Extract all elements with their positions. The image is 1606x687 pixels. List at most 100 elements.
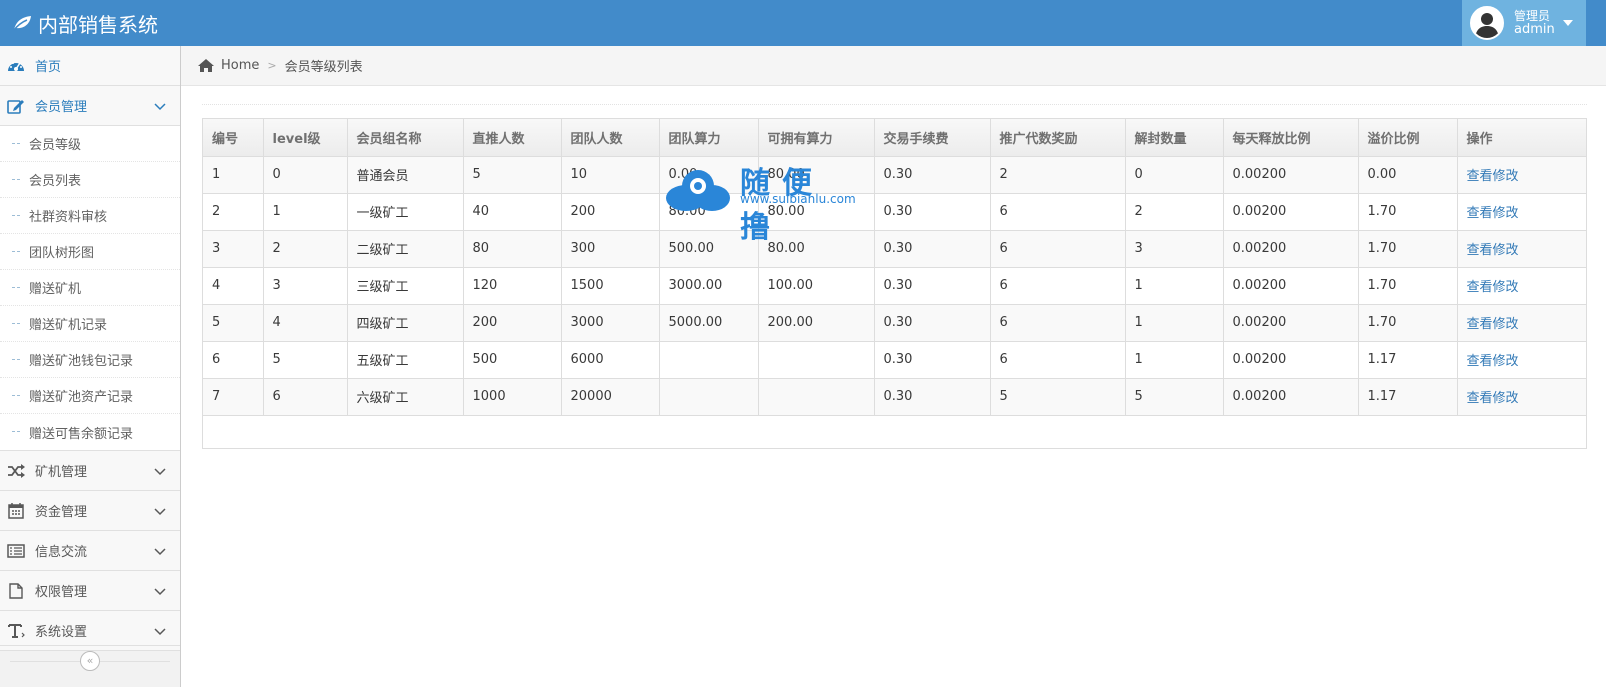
column-header: 溢价比例: [1358, 119, 1458, 157]
sidebar: 首页 会员管理 会员等级 会员列表 社群资料审核 团队树形图 赠送矿机 赠送矿机…: [0, 46, 181, 687]
action-cell: 查看修改: [1457, 193, 1586, 231]
breadcrumb: Home > 会员等级列表: [181, 46, 1606, 86]
table-cell: 5: [990, 378, 1126, 416]
app-title: 内部销售系统: [38, 12, 158, 37]
table-cell: 6: [990, 341, 1126, 379]
sidebar-subitem-gift-pool-wallet-log[interactable]: 赠送矿池钱包记录: [0, 342, 180, 378]
table-row: 7 6 六级矿工 1000 20000 0.30 5 5 0.00200 1.17 查看修改: [203, 378, 1586, 416]
table-cell: 300: [561, 230, 660, 268]
table-cell: 1: [203, 156, 264, 194]
dashboard-icon: [6, 56, 26, 76]
table-cell: 1.17: [1358, 341, 1458, 379]
table-row: 6 5 五级矿工 500 6000 0.30 6 1 0.00200 1.17 查看修改: [203, 341, 1586, 379]
table-cell: 500: [463, 341, 562, 379]
table-cell: 5: [263, 341, 348, 379]
sidebar-item-funds[interactable]: 资金管理: [0, 491, 180, 531]
user-menu[interactable]: 管理员 admin: [1462, 0, 1586, 46]
table-cell: 3: [263, 267, 348, 305]
breadcrumb-home-link[interactable]: Home: [221, 58, 259, 73]
sidebar-subitem-gift-balance-log[interactable]: 赠送可售余额记录: [0, 414, 180, 450]
avatar: [1470, 6, 1504, 40]
chevron-down-icon: [154, 585, 166, 600]
breadcrumb-current: 会员等级列表: [284, 60, 363, 75]
column-header: 解封数量: [1125, 119, 1224, 157]
table-cell: 1: [1125, 341, 1224, 379]
sidebar-subitem-team-tree[interactable]: 团队树形图: [0, 234, 180, 270]
table-cell: 3: [203, 230, 264, 268]
table-cell: 二级矿工: [347, 230, 464, 268]
sidebar-subitem-gift-pool-asset-log[interactable]: 赠送矿池资产记录: [0, 378, 180, 414]
table-cell: 1: [1125, 304, 1224, 342]
chevron-down-icon: [154, 505, 166, 520]
table-cell: [758, 378, 875, 416]
table-cell: 0.00200: [1223, 267, 1359, 305]
member-level-table-container: 编号 level级 会员组名称 直推人数 团队人数 团队算力 可拥有算力 交易手续费 推广代数奖…: [202, 118, 1587, 449]
table-cell: 2: [263, 230, 348, 268]
caret-down-icon: [1562, 20, 1573, 26]
chevron-down-icon: [154, 625, 166, 640]
sidebar-subitem-community-review[interactable]: 社群资料审核: [0, 198, 180, 234]
sidebar-item-label: 首页: [35, 60, 62, 75]
column-header: 直推人数: [463, 119, 562, 157]
table-cell: 0.00: [659, 156, 759, 194]
sidebar-item-members[interactable]: 会员管理: [0, 86, 180, 126]
sidebar-subitem-member-list[interactable]: 会员列表: [0, 162, 180, 198]
sidebar-item-label: 系统设置: [35, 625, 88, 640]
file-icon: [6, 581, 26, 601]
table-cell: 0: [1125, 156, 1224, 194]
sidebar-item-permissions[interactable]: 权限管理: [0, 571, 180, 611]
column-header: 可拥有算力: [758, 119, 875, 157]
table-cell: 100.00: [758, 267, 875, 305]
table-cell: 三级矿工: [347, 267, 464, 305]
view-edit-link[interactable]: 查看修改: [1467, 206, 1519, 221]
table-cell: 2: [203, 193, 264, 231]
view-edit-link[interactable]: 查看修改: [1467, 280, 1519, 295]
sidebar-item-label: 矿机管理: [35, 465, 88, 480]
collapse-sidebar-button[interactable]: «: [80, 650, 100, 671]
sidebar-subitem-gift-miner[interactable]: 赠送矿机: [0, 270, 180, 306]
sidebar-item-messages[interactable]: 信息交流: [0, 531, 180, 571]
table-cell: 0.00: [1358, 156, 1458, 194]
table-cell: 200.00: [758, 304, 875, 342]
column-header: 会员组名称: [347, 119, 464, 157]
table-cell: 0.00200: [1223, 378, 1359, 416]
column-header: level级: [263, 119, 348, 157]
table-cell: 10: [561, 156, 660, 194]
leaf-icon: [12, 15, 32, 31]
table-cell: 80: [463, 230, 562, 268]
table-cell: 80.00: [758, 156, 875, 194]
view-edit-link[interactable]: 查看修改: [1467, 243, 1519, 258]
view-edit-link[interactable]: 查看修改: [1467, 354, 1519, 369]
view-edit-link[interactable]: 查看修改: [1467, 391, 1519, 406]
table-cell: 2: [990, 156, 1126, 194]
table-cell: 3000: [561, 304, 660, 342]
list-icon: [6, 541, 26, 561]
table-cell: 1.17: [1358, 378, 1458, 416]
table-cell: 6: [990, 304, 1126, 342]
table-row: 4 3 三级矿工 120 1500 3000.00 100.00 0.30 6 1 0.00200 1…: [203, 267, 1586, 305]
breadcrumb-separator: >: [267, 59, 277, 72]
sidebar-item-home[interactable]: 首页: [0, 46, 180, 86]
sidebar-item-label: 信息交流: [35, 545, 88, 560]
action-cell: 查看修改: [1457, 304, 1586, 342]
sidebar-item-miners[interactable]: 矿机管理: [0, 451, 180, 491]
sidebar-subitem-member-levels[interactable]: 会员等级: [0, 126, 180, 162]
table-cell: 80.00: [758, 193, 875, 231]
table-cell: 80.00: [659, 193, 759, 231]
view-edit-link[interactable]: 查看修改: [1467, 317, 1519, 332]
table-cell: 4: [203, 267, 264, 305]
table-cell: 0.00200: [1223, 304, 1359, 342]
table-cell: 0.30: [874, 193, 991, 231]
table-cell: 6: [203, 341, 264, 379]
table-cell: 20000: [561, 378, 660, 416]
sidebar-subitem-gift-miner-log[interactable]: 赠送矿机记录: [0, 306, 180, 342]
table-cell: 六级矿工: [347, 378, 464, 416]
content-divider: [202, 104, 1587, 105]
home-icon[interactable]: [197, 58, 215, 73]
table-cell: 1: [263, 193, 348, 231]
view-edit-link[interactable]: 查看修改: [1467, 169, 1519, 184]
top-navbar: 内部销售系统 管理员 admin: [0, 0, 1606, 46]
table-cell: [659, 378, 759, 416]
brand[interactable]: 内部销售系统: [12, 0, 158, 46]
calendar-icon: [6, 501, 26, 521]
